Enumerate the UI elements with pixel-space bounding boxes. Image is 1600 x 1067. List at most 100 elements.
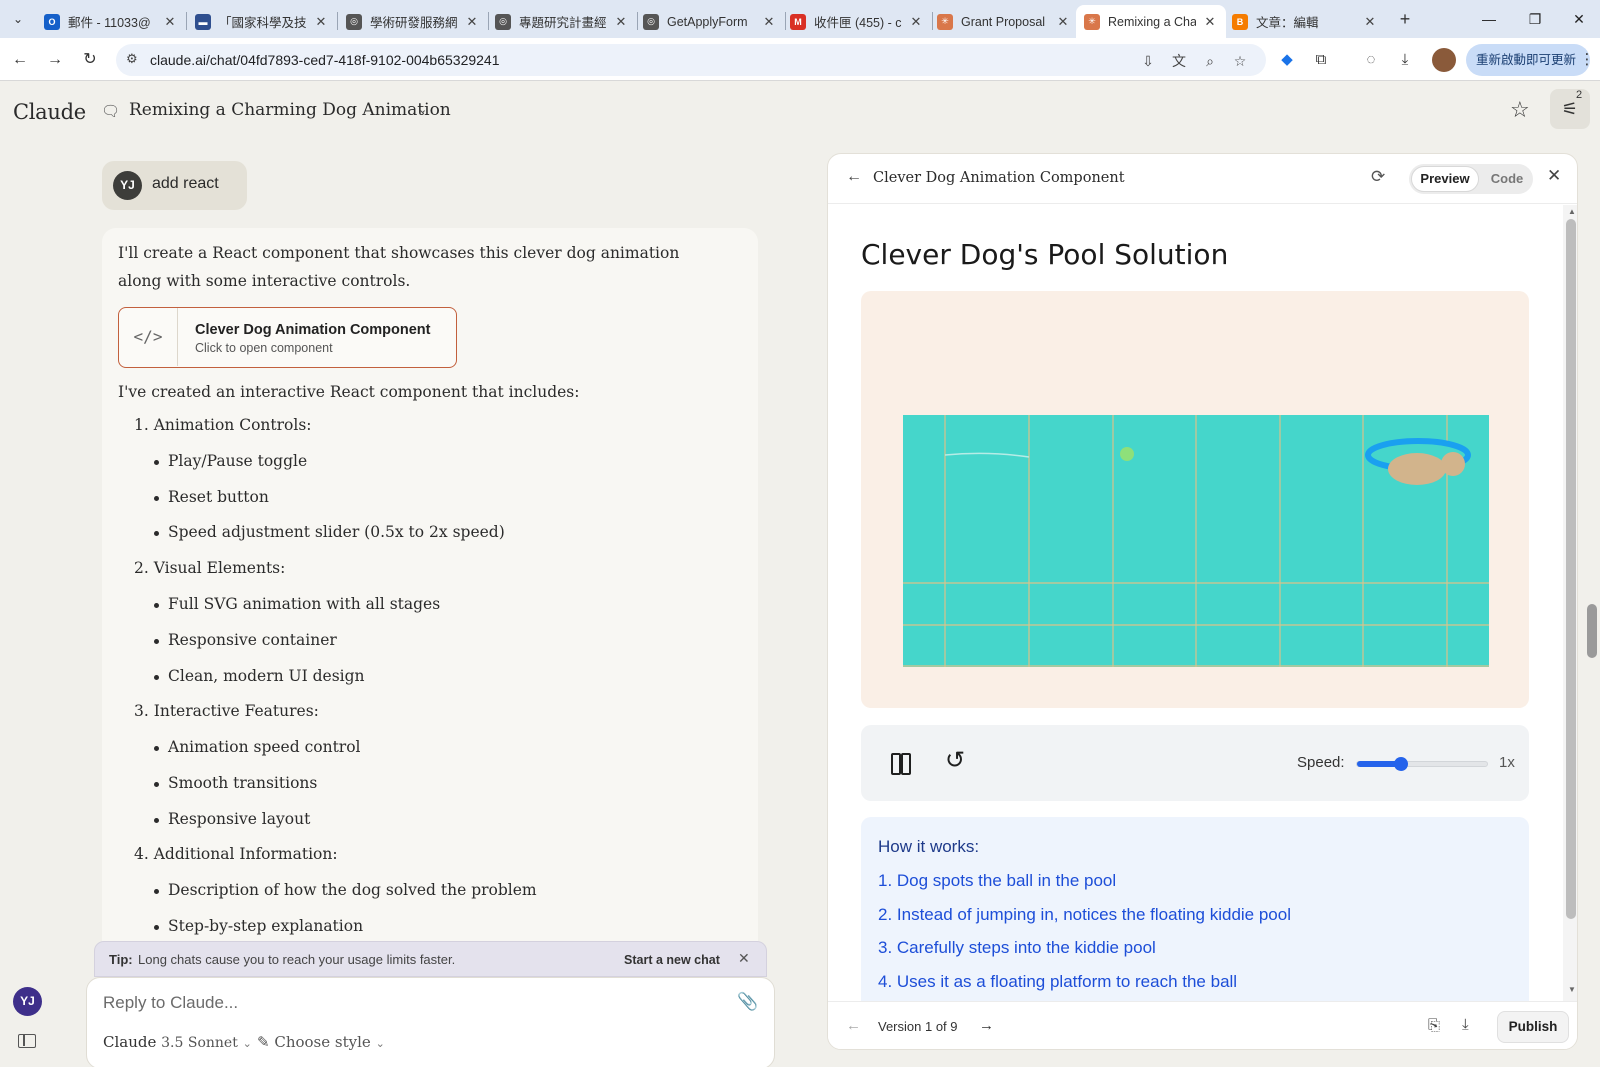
- scrollbar-thumb[interactable]: [1566, 219, 1576, 919]
- bullet-item: Full SVG animation with all stages: [153, 595, 441, 614]
- artifact-card-subtitle: Click to open component: [195, 341, 333, 355]
- speed-slider[interactable]: [1356, 757, 1488, 771]
- performance-icon[interactable]: ◌: [1360, 49, 1382, 71]
- style-selector[interactable]: ✎ Choose style ⌄: [257, 1033, 385, 1051]
- gmail-icon: M: [790, 13, 806, 30]
- dog-body: [1388, 453, 1446, 485]
- copy-icon[interactable]: ⎘: [1428, 1017, 1440, 1034]
- zoom-icon[interactable]: ⌕: [1200, 51, 1220, 71]
- extensions-puzzle-icon[interactable]: ⧉: [1310, 49, 1332, 71]
- translate-icon[interactable]: 文: [1169, 51, 1189, 71]
- speed-slider-thumb[interactable]: [1393, 757, 1408, 771]
- tab-code[interactable]: Code: [1484, 166, 1530, 192]
- app-header: Claude 🗨 Remixing a Charming Dog Animati…: [0, 81, 1600, 137]
- close-tab-icon[interactable]: ✕: [1202, 14, 1218, 30]
- back-arrow-icon[interactable]: ←: [846, 168, 862, 186]
- bullet-item: Speed adjustment slider (0.5x to 2x spee…: [154, 523, 505, 542]
- tip-label: Tip:: [109, 952, 133, 967]
- downloads-icon[interactable]: ⤓: [1394, 49, 1416, 71]
- close-tab-icon[interactable]: ✕: [1055, 14, 1071, 30]
- page-scrollbar-thumb[interactable]: [1587, 604, 1597, 658]
- close-tab-icon[interactable]: ✕: [1362, 14, 1378, 30]
- browser-tab-title: 「國家科學及技: [219, 16, 307, 30]
- browser-tab-title: 學術研發服務網: [370, 16, 458, 30]
- version-indicator: Version 1 of 9: [878, 1019, 958, 1034]
- sidebar-toggle-icon[interactable]: [18, 1034, 36, 1048]
- browser-tab[interactable]: ✳ Remixing a Cha ✕: [1076, 5, 1226, 38]
- artifact-card[interactable]: </> Clever Dog Animation Component Click…: [118, 307, 457, 368]
- scroll-down-icon[interactable]: ▼: [1568, 985, 1576, 994]
- claude-icon: ✳: [1084, 13, 1100, 30]
- scroll-up-icon[interactable]: ▲: [1568, 207, 1576, 216]
- model-selector[interactable]: Claude 3.5 Sonnet ⌄: [103, 1033, 252, 1051]
- numbered-item: 4. Additional Information:: [134, 845, 338, 864]
- window-close-icon[interactable]: ✕: [1556, 6, 1600, 32]
- download-icon[interactable]: ⤓: [1462, 1016, 1469, 1033]
- pause-button[interactable]: [889, 749, 913, 775]
- close-tab-icon[interactable]: ✕: [613, 14, 629, 30]
- browser-menu-icon[interactable]: ⋮: [1576, 49, 1598, 71]
- minimize-icon[interactable]: —: [1466, 6, 1512, 32]
- browser-tab[interactable]: B 文章：編輯 ✕: [1224, 5, 1386, 38]
- account-avatar[interactable]: YJ: [13, 987, 42, 1016]
- tab-preview[interactable]: Preview: [1411, 166, 1479, 192]
- tab-search-chevron-icon[interactable]: ⌄: [6, 8, 30, 30]
- browser-tab[interactable]: ◎ 學術研發服務網 ✕: [338, 5, 488, 38]
- profile-avatar[interactable]: [1432, 48, 1456, 72]
- close-tab-icon[interactable]: ✕: [908, 14, 924, 30]
- browser-tab[interactable]: ✳ Grant Proposal ✕: [929, 5, 1079, 38]
- outlook-icon: O: [44, 13, 60, 30]
- browser-tab[interactable]: ◎ GetApplyForm ✕: [635, 5, 785, 38]
- claude-icon: ✳: [937, 13, 953, 30]
- next-version-icon[interactable]: →: [979, 1017, 994, 1034]
- update-button[interactable]: 重新啟動即可更新: [1466, 44, 1590, 76]
- assistant-message: I'll create a React component that showc…: [102, 228, 758, 988]
- publish-button[interactable]: Publish: [1497, 1011, 1569, 1043]
- browser-tab-title: 收件匣 (455) - c: [814, 16, 902, 30]
- bullet-item: Responsive container: [154, 630, 337, 649]
- reload-icon[interactable]: ↻: [78, 48, 102, 72]
- how-it-works-title: How it works:: [878, 837, 980, 856]
- how-it-works-step: 1. Dog spots the ball in the pool: [878, 871, 1117, 890]
- back-icon[interactable]: ←: [8, 48, 32, 72]
- extension-diamond-icon[interactable]: ◆: [1276, 49, 1298, 71]
- url-text[interactable]: claude.ai/chat/04fd7893-ced7-418f-9102-0…: [150, 52, 500, 68]
- bookmark-star-icon[interactable]: ☆: [1230, 51, 1250, 71]
- new-tab-button[interactable]: +: [1393, 8, 1417, 30]
- close-tab-icon[interactable]: ✕: [761, 14, 777, 30]
- close-tab-icon[interactable]: ✕: [313, 14, 329, 30]
- close-panel-icon[interactable]: ✕: [1547, 166, 1561, 186]
- chevron-down-icon[interactable]: ⌄: [418, 103, 427, 116]
- restore-icon[interactable]: ❐: [1512, 6, 1558, 32]
- panel-scrollbar[interactable]: ▲ ▼: [1563, 205, 1577, 1001]
- tip-text: Long chats cause you to reach your usage…: [138, 952, 456, 967]
- install-app-icon[interactable]: ⇩: [1138, 51, 1158, 71]
- close-tip-icon[interactable]: ✕: [738, 950, 750, 967]
- refresh-icon[interactable]: ⟳: [1371, 167, 1385, 187]
- browser-tab[interactable]: ▬ 「國家科學及技 ✕: [187, 5, 337, 38]
- browser-tab[interactable]: O 郵件 - 11033@ ✕: [36, 5, 186, 38]
- intro-line-1: I'll create a React component that showc…: [118, 244, 680, 262]
- chat-title[interactable]: Remixing a Charming Dog Animation: [129, 100, 451, 120]
- star-chat-icon[interactable]: ☆: [1510, 97, 1530, 123]
- address-bar[interactable]: ⚙ claude.ai/chat/04fd7893-ced7-418f-9102…: [116, 44, 1266, 76]
- reply-input[interactable]: [103, 990, 703, 1016]
- artifact-panel-footer: ← Version 1 of 9 → ⎘ ⤓ Publish: [828, 1001, 1577, 1049]
- bullet-item: Animation speed control: [154, 738, 361, 757]
- site-info-icon[interactable]: ⚙: [126, 51, 138, 67]
- settings-count-badge: 2: [1576, 89, 1583, 101]
- close-tab-icon[interactable]: ✕: [162, 14, 178, 30]
- browser-tab[interactable]: ◎ 專題研究計畫經 ✕: [487, 5, 637, 38]
- browser-tab[interactable]: M 收件匣 (455) - c ✕: [782, 5, 932, 38]
- bullet-item: Step-by-step explanation: [153, 917, 364, 935]
- close-tab-icon[interactable]: ✕: [464, 14, 480, 30]
- forward-icon[interactable]: →: [43, 48, 67, 72]
- start-new-chat-link[interactable]: Start a new chat: [624, 953, 720, 967]
- paperclip-icon[interactable]: 📎: [737, 992, 758, 1012]
- reset-icon[interactable]: ↺: [945, 747, 965, 775]
- previous-version-icon[interactable]: ←: [846, 1017, 861, 1034]
- artifact-preview: Clever Dog's Pool Solution ↺ Speed: 1x H…: [828, 205, 1577, 1001]
- chat-settings-button[interactable]: ⚟: [1550, 89, 1590, 129]
- claude-logo[interactable]: Claude: [13, 100, 86, 124]
- animation-stage: [861, 291, 1529, 708]
